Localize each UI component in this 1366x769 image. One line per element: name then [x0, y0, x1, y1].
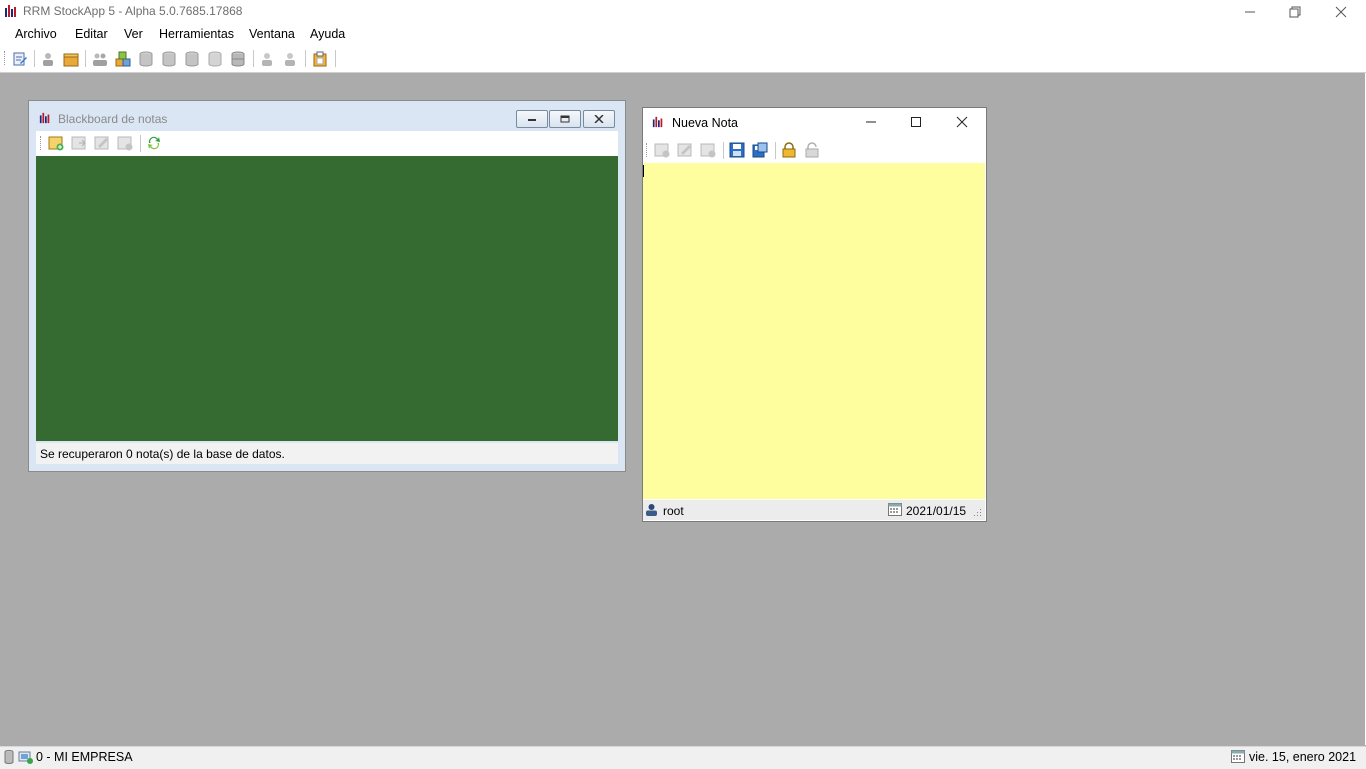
- menu-ayuda[interactable]: Ayuda: [310, 27, 345, 41]
- database-icon[interactable]: [138, 51, 154, 67]
- note-date: 2021/01/15: [906, 504, 967, 518]
- menu-herramientas[interactable]: Herramientas: [159, 27, 234, 41]
- blackboard-restore-button[interactable]: [549, 110, 581, 128]
- main-toolbar: [0, 45, 1366, 73]
- blackboard-board[interactable]: [36, 156, 618, 441]
- resize-grip-icon[interactable]: [972, 507, 982, 517]
- blackboard-statusbar: Se recuperaron 0 nota(s) de la base de d…: [36, 443, 618, 464]
- database-icon-5[interactable]: [230, 51, 246, 67]
- calendar-icon: [1231, 750, 1245, 763]
- menu-ver[interactable]: Ver: [124, 27, 143, 41]
- database-icon-3[interactable]: [184, 51, 200, 67]
- minimize-icon: [1245, 11, 1255, 12]
- save-icon[interactable]: [729, 142, 745, 158]
- restore-icon: [1289, 6, 1301, 17]
- refresh-icon[interactable]: [146, 135, 162, 151]
- lock-icon[interactable]: [781, 142, 797, 158]
- close-icon: [594, 115, 604, 123]
- close-button[interactable]: [1318, 0, 1364, 23]
- minimize-icon: [866, 121, 876, 123]
- note-text-area[interactable]: [643, 163, 985, 499]
- save-as-icon[interactable]: [752, 142, 768, 158]
- menu-ventana[interactable]: Ventana: [249, 27, 295, 41]
- database-icon: [4, 750, 14, 764]
- note-app-icon: [652, 116, 663, 128]
- delete-note-icon[interactable]: [117, 135, 133, 151]
- users-icon[interactable]: [92, 51, 108, 67]
- blackboard-toolbar: [36, 131, 618, 156]
- minimize-button[interactable]: [1227, 0, 1273, 23]
- note-user: root: [663, 504, 684, 518]
- blackboard-close-button[interactable]: [583, 110, 615, 128]
- blackboard-app-icon: [39, 112, 50, 124]
- calendar-icon: [888, 503, 902, 516]
- blackboard-title: Blackboard de notas: [58, 112, 168, 126]
- toolbar-grip[interactable]: [4, 51, 7, 65]
- open-note-icon[interactable]: [71, 135, 87, 151]
- database-icon-4[interactable]: [207, 51, 223, 67]
- note-title: Nueva Nota: [672, 116, 739, 130]
- toolbar-grip[interactable]: [646, 143, 649, 157]
- close-icon: [1335, 6, 1347, 17]
- clipboard-icon[interactable]: [312, 51, 328, 67]
- note-toolbar: [643, 138, 985, 163]
- user-icon[interactable]: [40, 51, 56, 67]
- app-statusbar: [0, 746, 1366, 769]
- company-icon: [18, 751, 33, 764]
- app-logo-icon: [5, 5, 16, 17]
- user-add-icon[interactable]: [259, 51, 275, 67]
- statusbar-company: 0 - MI EMPRESA: [36, 750, 133, 764]
- unlock-icon[interactable]: [804, 142, 820, 158]
- close-icon: [956, 116, 968, 128]
- products-icon[interactable]: [115, 51, 131, 67]
- user-icon: [646, 504, 657, 516]
- note-minimize-button[interactable]: [859, 112, 883, 132]
- menu-archivo[interactable]: Archivo: [15, 27, 57, 41]
- restore-button[interactable]: [1272, 0, 1318, 23]
- edit-note-icon[interactable]: [94, 135, 110, 151]
- blackboard-minimize-button[interactable]: [516, 110, 548, 128]
- delete-note-icon[interactable]: [700, 142, 716, 158]
- app-title: RRM StockApp 5 - Alpha 5.0.7685.17868: [23, 4, 243, 18]
- text-caret: [643, 165, 644, 177]
- restore-icon: [560, 115, 570, 123]
- user-remove-icon[interactable]: [282, 51, 298, 67]
- note-close-button[interactable]: [950, 112, 974, 132]
- statusbar-date: vie. 15, enero 2021: [1249, 750, 1357, 764]
- maximize-icon: [911, 117, 921, 127]
- edit-document-icon[interactable]: [12, 51, 28, 67]
- new-note-icon[interactable]: [48, 135, 64, 151]
- toolbar-grip[interactable]: [40, 136, 43, 150]
- database-icon-2[interactable]: [161, 51, 177, 67]
- note-maximize-button[interactable]: [904, 112, 928, 132]
- app-titlebar: RRM StockApp 5 - Alpha 5.0.7685.17868: [0, 0, 1366, 23]
- blackboard-status-text: Se recuperaron 0 nota(s) de la base de d…: [40, 447, 285, 461]
- minimize-icon: [528, 119, 536, 121]
- box-icon[interactable]: [63, 51, 79, 67]
- menu-editar[interactable]: Editar: [75, 27, 108, 41]
- new-note-icon[interactable]: [654, 142, 670, 158]
- edit-note-icon[interactable]: [677, 142, 693, 158]
- menu-bar: Archivo Editar Ver Herramientas Ventana …: [0, 23, 1366, 45]
